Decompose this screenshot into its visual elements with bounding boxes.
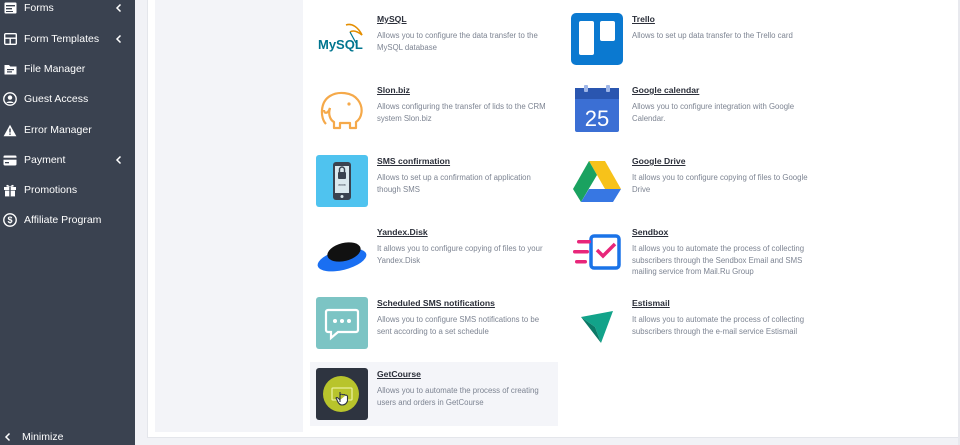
sidebar-item-payment[interactable]: Payment bbox=[0, 145, 135, 175]
sidebar-item-label: File Manager bbox=[24, 63, 86, 75]
sidebar-item-label: Affiliate Program bbox=[24, 214, 102, 226]
chevron-left-icon bbox=[4, 432, 11, 441]
integration-getcourse[interactable]: GetCourse Allows you to automate the pro… bbox=[310, 362, 558, 426]
sidebar-item-affiliate-program[interactable]: $ Affiliate Program bbox=[0, 205, 135, 235]
sidebar-item-label: Forms bbox=[24, 2, 54, 14]
phone-logo-icon: **** bbox=[316, 155, 368, 207]
elephant-logo-icon bbox=[316, 84, 368, 136]
integration-description: Allows to set up data transfer to the Tr… bbox=[632, 31, 793, 40]
sidebar-item-promotions[interactable]: Promotions bbox=[0, 175, 135, 205]
integration-title[interactable]: Trello bbox=[632, 14, 655, 24]
integration-google-drive[interactable]: Google Drive It allows you to configure … bbox=[565, 149, 813, 213]
sidebar-item-forms[interactable]: Forms bbox=[0, 0, 135, 23]
integration-title[interactable]: Slon.biz bbox=[377, 85, 410, 95]
warning-icon bbox=[2, 122, 18, 138]
svg-text:$: $ bbox=[7, 215, 12, 225]
chat-bubble-logo-icon bbox=[316, 297, 368, 349]
sidebar-item-file-manager[interactable]: File Manager bbox=[0, 54, 135, 84]
payment-card-icon bbox=[2, 152, 18, 168]
sidebar-item-error-manager[interactable]: Error Manager bbox=[0, 115, 135, 145]
integration-description: Allows to set up a confirmation of appli… bbox=[377, 173, 531, 194]
sidebar-item-label: Payment bbox=[24, 154, 66, 166]
integration-google-calendar[interactable]: 25 Google calendar Allows you to configu… bbox=[565, 78, 813, 142]
mysql-logo-text: MySQL bbox=[318, 37, 363, 52]
integration-title[interactable]: MySQL bbox=[377, 14, 407, 24]
estismail-logo-icon bbox=[571, 297, 623, 349]
integration-sendbox[interactable]: Sendbox It allows you to automate the pr… bbox=[565, 220, 813, 284]
sidebar-item-label: Form Templates bbox=[24, 33, 100, 45]
minimize-button[interactable]: Minimize bbox=[0, 428, 135, 445]
integration-sms-confirmation[interactable]: **** SMS confirmation Allows to set up a… bbox=[310, 149, 558, 213]
integration-yandex-disk[interactable]: Yandex.Disk It allows you to configure c… bbox=[310, 220, 558, 284]
integration-slon-biz[interactable]: Slon.biz Allows configuring the transfer… bbox=[310, 78, 558, 142]
integration-title[interactable]: Sendbox bbox=[632, 227, 668, 237]
getcourse-logo-icon bbox=[316, 368, 368, 420]
integration-description: It allows you to configure copying of fi… bbox=[377, 244, 543, 265]
integration-title[interactable]: Estismail bbox=[632, 298, 670, 308]
calendar-date-text: 25 bbox=[585, 106, 609, 131]
integration-description: Allows you to automate the process of cr… bbox=[377, 386, 539, 407]
sidebar-item-label: Promotions bbox=[24, 184, 78, 196]
dollar-icon: $ bbox=[2, 212, 18, 228]
google-drive-logo-icon bbox=[571, 155, 623, 207]
chevron-left-icon bbox=[115, 3, 122, 13]
forms-icon bbox=[2, 0, 18, 16]
integration-description: It allows you to configure copying of fi… bbox=[632, 173, 808, 194]
integration-title[interactable]: SMS confirmation bbox=[377, 156, 450, 166]
integration-description: It allows you to automate the process of… bbox=[632, 315, 805, 336]
integration-mysql[interactable]: MySQL MySQL Allows you to configure the … bbox=[310, 7, 558, 71]
sidebar-item-label: Guest Access bbox=[24, 93, 89, 105]
file-manager-icon bbox=[2, 61, 18, 77]
sidebar-item-form-templates[interactable]: Form Templates bbox=[0, 24, 135, 54]
integration-description: Allows you to configure integration with… bbox=[632, 102, 795, 123]
integration-scheduled-sms[interactable]: Scheduled SMS notifications Allows you t… bbox=[310, 291, 558, 355]
google-calendar-logo-icon: 25 bbox=[571, 84, 623, 136]
integration-description: It allows you to automate the process of… bbox=[632, 244, 805, 276]
integration-description: Allows configuring the transfer of lids … bbox=[377, 102, 546, 123]
integration-trello[interactable]: Trello Allows to set up data transfer to… bbox=[565, 7, 813, 71]
minimize-label: Minimize bbox=[22, 430, 64, 443]
sidebar-item-guest-access[interactable]: Guest Access bbox=[0, 84, 135, 114]
chevron-left-icon bbox=[115, 155, 122, 165]
sendbox-logo-icon bbox=[571, 226, 623, 278]
gift-icon bbox=[2, 182, 18, 198]
chevron-left-icon bbox=[115, 34, 122, 44]
yandex-disk-logo-icon bbox=[316, 226, 368, 278]
mysql-logo-icon: MySQL bbox=[316, 13, 368, 65]
integration-title[interactable]: Scheduled SMS notifications bbox=[377, 298, 495, 308]
integration-description: Allows you to configure the data transfe… bbox=[377, 31, 538, 52]
form-templates-icon bbox=[2, 31, 18, 47]
integration-title[interactable]: Google Drive bbox=[632, 156, 685, 166]
sidebar: Forms Form Templates File Manager Guest … bbox=[0, 0, 135, 445]
sidebar-item-label: Error Manager bbox=[24, 124, 92, 136]
panel-gutter bbox=[155, 0, 303, 432]
trello-logo-icon bbox=[571, 13, 623, 65]
integration-title[interactable]: GetCourse bbox=[377, 369, 421, 379]
sms-code-text: **** bbox=[338, 184, 346, 190]
guest-access-icon bbox=[2, 91, 18, 107]
integration-title[interactable]: Yandex.Disk bbox=[377, 227, 428, 237]
integration-title[interactable]: Google calendar bbox=[632, 85, 699, 95]
integration-description: Allows you to configure SMS notification… bbox=[377, 315, 540, 336]
integration-estismail[interactable]: Estismail It allows you to automate the … bbox=[565, 291, 813, 355]
